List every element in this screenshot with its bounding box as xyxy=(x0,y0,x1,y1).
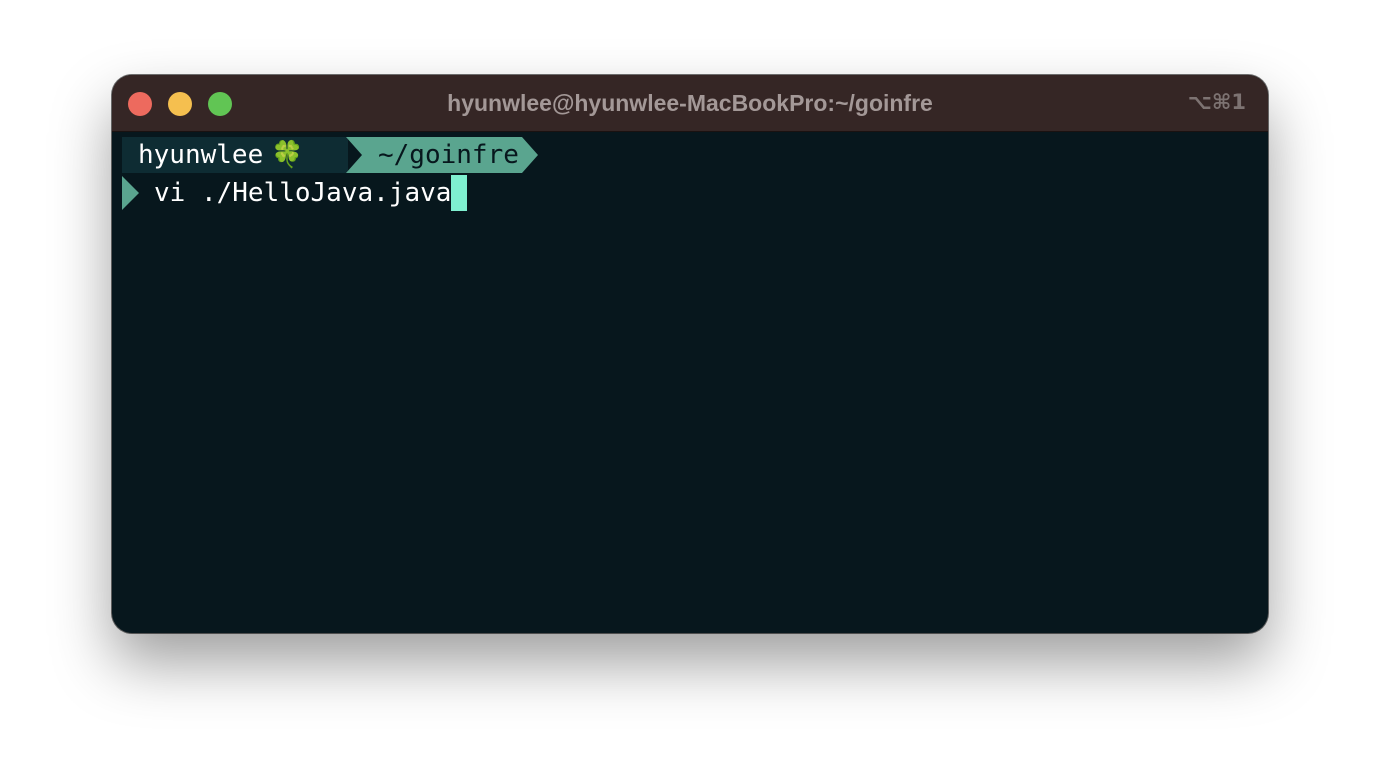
terminal-content[interactable]: hyunwlee 🍀 ~/goinfre vi ./HelloJava.java xyxy=(112,132,1268,633)
window-shortcut: ⌥⌘1 xyxy=(1187,90,1246,114)
prompt-username: hyunwlee xyxy=(138,140,264,170)
clover-icon: 🍀 xyxy=(271,140,304,170)
prompt-path: ~/goinfre xyxy=(378,140,519,170)
text-cursor xyxy=(451,175,468,211)
prompt-user-segment: hyunwlee 🍀 xyxy=(122,137,348,173)
prompt-path-segment: ~/goinfre xyxy=(346,137,538,173)
chevron-right-icon xyxy=(122,176,139,210)
command-text: vi ./HelloJava.java xyxy=(154,178,452,208)
title-bar[interactable]: hyunwlee@hyunwlee-MacBookPro:~/goinfre ⌥… xyxy=(112,75,1268,132)
terminal-window: hyunwlee@hyunwlee-MacBookPro:~/goinfre ⌥… xyxy=(112,75,1268,633)
command-line[interactable]: vi ./HelloJava.java xyxy=(154,175,468,211)
window-title: hyunwlee@hyunwlee-MacBookPro:~/goinfre xyxy=(447,90,933,116)
